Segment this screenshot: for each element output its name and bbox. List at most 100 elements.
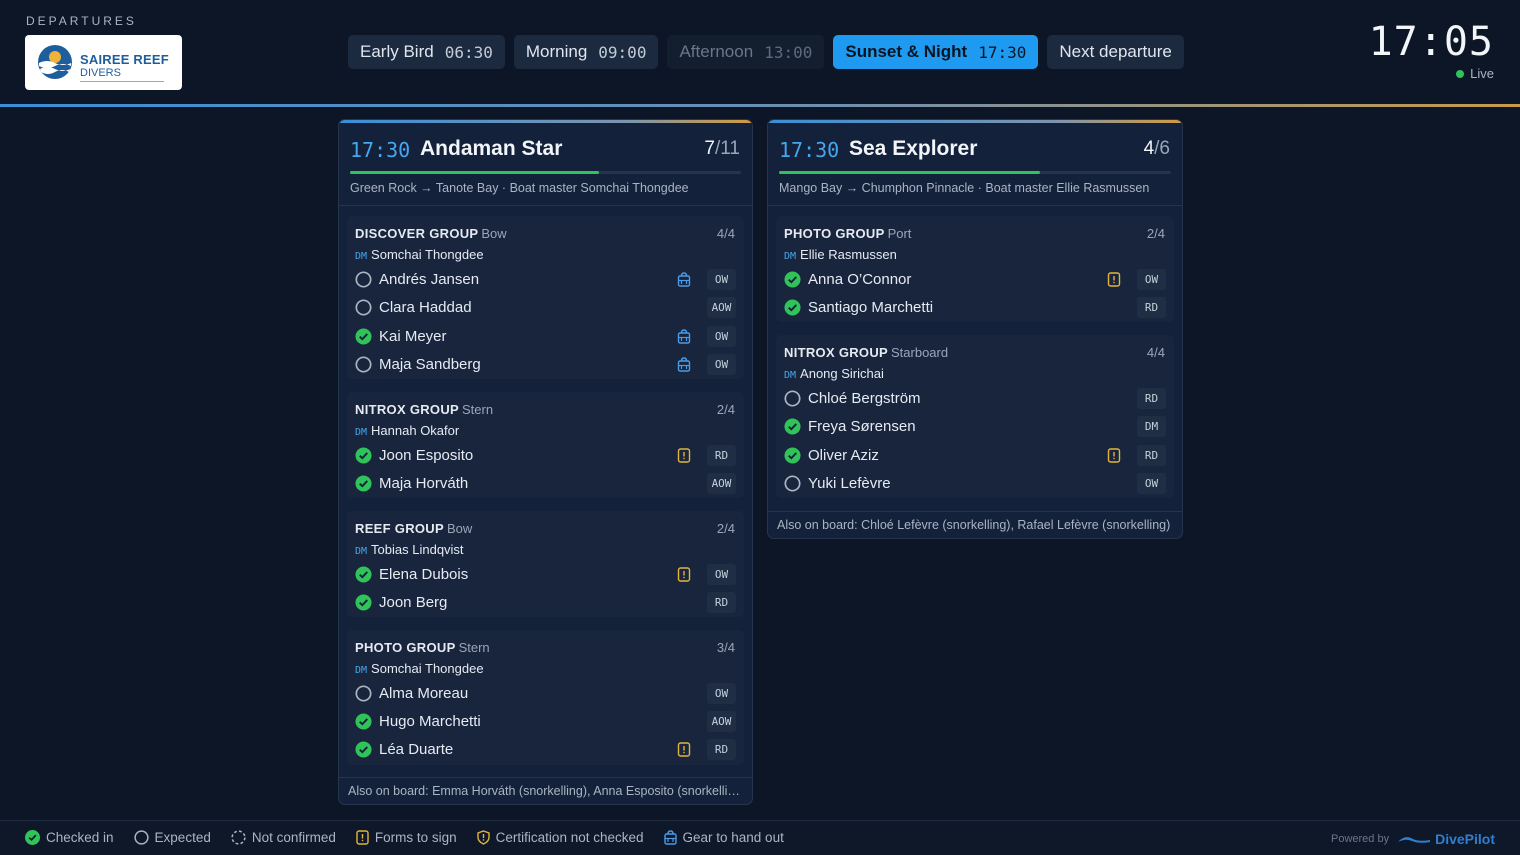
group-title: NITROX GROUP Starboard: [784, 345, 948, 360]
circle-icon[interactable]: [355, 685, 372, 702]
legend-item: Not confirmed: [231, 830, 336, 845]
check-circle-icon[interactable]: [784, 418, 801, 435]
boat-time: 17:30: [779, 138, 840, 162]
diver-row[interactable]: Maja Horváth AOW: [355, 470, 736, 498]
group-count: 4/4: [716, 226, 735, 241]
boat-time: 17:30: [350, 138, 411, 162]
boat-route: Mango Bay → Chumphon Pinnacle · Boat mas…: [779, 181, 1150, 195]
check-circle-icon[interactable]: [355, 594, 372, 611]
check-circle-icon[interactable]: [784, 299, 801, 316]
diver-row[interactable]: Clara Haddad AOW: [355, 294, 736, 322]
dm-name: Hannah Okafor: [371, 423, 460, 438]
tab-time: 17:30: [978, 42, 1027, 62]
section-label: DEPARTURES: [26, 14, 137, 28]
diver-row[interactable]: Maja Sandberg OW: [355, 351, 736, 379]
wave-logo-icon: [1398, 837, 1431, 843]
legend-label: Checked in: [46, 830, 114, 845]
dm-badge: DM: [355, 251, 368, 262]
diver-row[interactable]: Joon Berg RD: [355, 589, 736, 617]
logo: SAIREE REEF DIVERS: [25, 35, 182, 90]
certification-badge: RD: [707, 445, 736, 466]
diver-name: Oliver Aziz: [808, 447, 879, 464]
group-title: PHOTO GROUP Port: [784, 226, 911, 241]
group-title: DISCOVER GROUP Bow: [355, 226, 507, 241]
certification-badge: AOW: [707, 297, 736, 318]
dive-group: NITROX GROUP Starboard 4/4 DM Anong Sirich…: [776, 335, 1174, 498]
boat-header: 17:30 Sea Explorer 4/6 Mango Bay → Chump…: [768, 123, 1182, 206]
certification-badge: DM: [1137, 416, 1166, 437]
tab-label: Next departure: [1059, 42, 1172, 61]
check-circle-icon[interactable]: [784, 447, 801, 464]
check-circle-icon[interactable]: [355, 566, 372, 583]
diver-row[interactable]: Hugo Marchetti AOW: [355, 708, 736, 736]
check-circle-icon[interactable]: [355, 741, 372, 758]
check-circle-icon[interactable]: [355, 447, 372, 464]
dive-group: NITROX GROUP Stern 2/4 DM Hannah Okafor Jo…: [347, 392, 744, 498]
check-circle-icon[interactable]: [355, 328, 372, 345]
group-location: Bow: [446, 521, 473, 536]
legend-item: Forms to sign: [356, 830, 457, 845]
certification-badge: OW: [707, 326, 736, 347]
check-circle-icon: [25, 830, 40, 845]
group-divemaster: DM Somchai Thongdee: [355, 661, 484, 676]
check-circle-icon[interactable]: [355, 475, 372, 492]
diver-name: Kai Meyer: [379, 328, 447, 345]
diver-row[interactable]: Elena Dubois OW: [355, 561, 736, 589]
diver-row[interactable]: Joon Esposito RD: [355, 442, 736, 470]
tab-next-departure[interactable]: Next departure: [1047, 35, 1184, 69]
powered-by: Powered by DivePilot: [1331, 831, 1495, 847]
circle-icon[interactable]: [355, 271, 372, 288]
boat-name: Sea Explorer: [849, 137, 978, 160]
circle-icon[interactable]: [784, 390, 801, 407]
certification-badge: AOW: [707, 711, 736, 732]
tab-time: 09:00: [598, 42, 647, 62]
dm-badge: DM: [355, 427, 368, 438]
certification-badge: AOW: [707, 473, 736, 494]
circle-icon[interactable]: [355, 356, 372, 373]
boat-header: 17:30 Andaman Star 7/11 Green Rock → Tan…: [339, 123, 752, 206]
header: DEPARTURES SAIREE REEF DIVERS Early Bird…: [0, 0, 1520, 104]
check-circle-icon[interactable]: [355, 713, 372, 730]
tab-sunset-night[interactable]: Sunset & Night 17:30: [833, 35, 1039, 69]
forms-icon: [1107, 272, 1121, 287]
circle-icon[interactable]: [784, 475, 801, 492]
diver-name: Santiago Marchetti: [808, 299, 934, 316]
boat-passenger-count: 7/11: [704, 138, 740, 160]
shield-icon: [476, 830, 490, 845]
diver-row[interactable]: Andrés Jansen OW: [355, 266, 736, 294]
count-total: /11: [714, 138, 740, 159]
tab-morning[interactable]: Morning 09:00: [513, 35, 659, 69]
diver-row[interactable]: Oliver Aziz RD: [784, 442, 1166, 470]
diver-row[interactable]: Alma Moreau OW: [355, 680, 736, 708]
tab-afternoon[interactable]: Afternoon 13:00: [667, 35, 825, 69]
diver-name: Joon Esposito: [379, 447, 474, 464]
logo-text-primary: SAIREE REEF: [80, 52, 169, 67]
diver-row[interactable]: Freya Sørensen DM: [784, 413, 1166, 441]
check-circle-icon[interactable]: [784, 271, 801, 288]
dm-badge: DM: [784, 251, 797, 262]
group-location: Bow: [481, 226, 507, 241]
certification-badge: RD: [707, 592, 736, 613]
certification-badge: RD: [707, 739, 736, 760]
tab-early-bird[interactable]: Early Bird 06:30: [348, 35, 505, 69]
group-location: Port: [887, 226, 912, 241]
group-location: Stern: [458, 640, 490, 655]
boat-route: Green Rock → Tanote Bay · Boat master So…: [350, 181, 689, 195]
legend-item: Expected: [133, 830, 211, 845]
circle-icon[interactable]: [355, 299, 372, 316]
group-count: 2/4: [716, 521, 735, 536]
tab-time: 13:00: [764, 42, 813, 62]
powered-brand: DivePilot: [1397, 831, 1495, 847]
gear-icon: [677, 357, 691, 372]
dive-group: PHOTO GROUP Stern 3/4 DM Somchai Thongdee …: [347, 630, 744, 765]
diver-row[interactable]: Santiago Marchetti RD: [784, 294, 1166, 322]
diver-row[interactable]: Léa Duarte RD: [355, 736, 736, 764]
certification-badge: OW: [707, 564, 736, 585]
diver-row[interactable]: Yuki Lefèvre OW: [784, 470, 1166, 498]
diver-name: Elena Dubois: [379, 566, 469, 583]
diver-row[interactable]: Anna O’Connor OW: [784, 266, 1166, 294]
diver-row[interactable]: Chloé Bergström RD: [784, 385, 1166, 413]
clock: 17:05: [1368, 19, 1494, 65]
count-checked: 7: [704, 138, 715, 159]
diver-row[interactable]: Kai Meyer OW: [355, 323, 736, 351]
